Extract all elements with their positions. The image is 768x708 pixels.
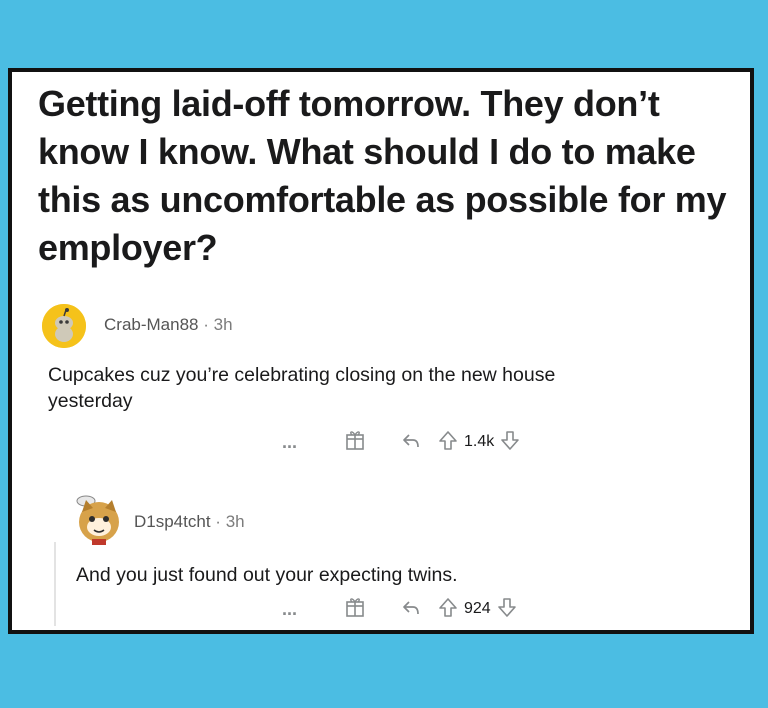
vote-score: 924 [464, 600, 491, 617]
comment-actions: ... [282, 596, 517, 622]
upvote-icon[interactable] [438, 429, 458, 456]
cartoon-avatar-icon [76, 495, 119, 545]
comment-username[interactable]: D1sp4tcht [134, 512, 211, 531]
vote-score: 1.4k [464, 433, 495, 450]
award-icon[interactable] [344, 429, 366, 456]
comment-time: 3h [225, 512, 245, 531]
reply-icon[interactable] [400, 429, 422, 456]
comment-actions: ... [282, 429, 520, 455]
thread-line[interactable] [54, 542, 56, 626]
avatar[interactable] [42, 304, 86, 348]
comment-meta: Crab-Man88 · 3h [104, 315, 233, 335]
upvote-icon[interactable] [438, 596, 458, 623]
snoo-avatar-icon [42, 304, 86, 348]
downvote-icon[interactable] [497, 596, 517, 623]
avatar[interactable] [72, 492, 126, 546]
comment-time: 3h [213, 315, 233, 334]
post-title: Getting laid-off tomorrow. They don’t kn… [38, 83, 727, 268]
comment-username[interactable]: Crab-Man88 [104, 315, 199, 334]
meta-separator: · [215, 512, 221, 531]
more-icon[interactable]: ... [282, 432, 306, 453]
comment-body: And you just found out your expecting tw… [76, 564, 458, 586]
award-icon[interactable] [344, 596, 366, 623]
comment-meta: D1sp4tcht · 3h [134, 512, 245, 532]
post-card: Getting laid-off tomorrow. They don’t kn… [8, 68, 754, 634]
comment-body: Cupcakes cuz you’re celebrating closing … [48, 364, 556, 412]
meta-separator: · [203, 315, 209, 334]
downvote-icon[interactable] [500, 429, 520, 456]
more-icon[interactable]: ... [282, 599, 306, 620]
reply-icon[interactable] [400, 596, 422, 623]
